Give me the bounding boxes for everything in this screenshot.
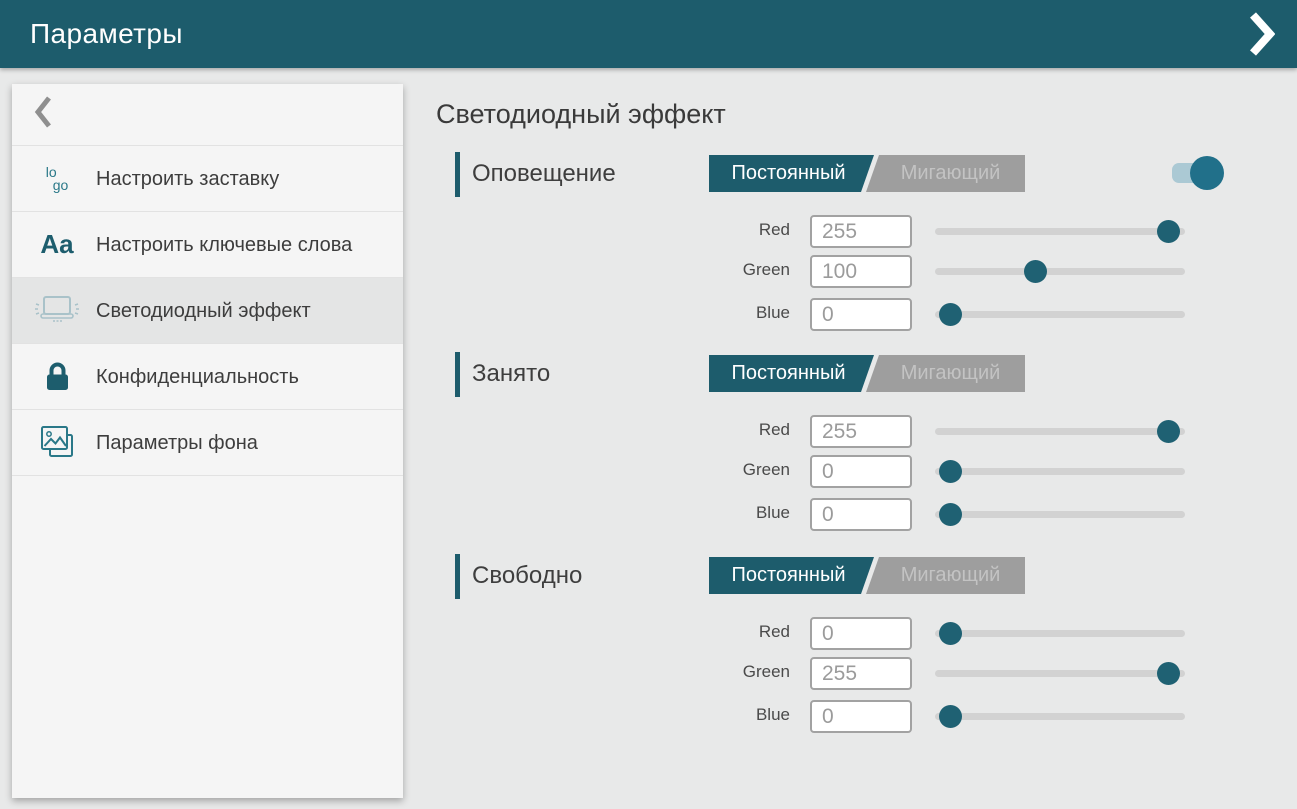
monitor-icon <box>33 294 81 328</box>
channel-label: Green <box>590 460 790 480</box>
slider-track <box>935 311 1185 318</box>
slider-thumb[interactable] <box>1157 662 1180 685</box>
mode-toggle-group: Постоянный Мигающий <box>709 557 1025 594</box>
slider-thumb[interactable] <box>939 503 962 526</box>
sidebar-back-button[interactable] <box>12 84 403 146</box>
mode-option-blinking[interactable]: Мигающий <box>866 557 1025 594</box>
channel-label: Green <box>590 260 790 280</box>
images-icon <box>39 424 76 461</box>
aa-icon: Aa <box>40 229 73 260</box>
channel-label: Blue <box>590 705 790 725</box>
slider-track <box>935 670 1185 677</box>
slider-thumb[interactable] <box>939 705 962 728</box>
slider-track <box>935 468 1185 475</box>
channel-label: Blue <box>590 503 790 523</box>
channel-label: Blue <box>590 303 790 323</box>
mode-option-blinking[interactable]: Мигающий <box>866 355 1025 392</box>
channel-slider[interactable] <box>935 215 1185 248</box>
section-accent-bar <box>455 352 460 397</box>
channel-value-input[interactable] <box>810 215 912 248</box>
channel-value-input[interactable] <box>810 498 912 531</box>
channel-slider[interactable] <box>935 498 1185 531</box>
page-title: Параметры <box>30 18 183 50</box>
section-accent-bar <box>455 152 460 197</box>
channel-label: Green <box>590 662 790 682</box>
lock-icon <box>45 362 70 392</box>
channel-slider[interactable] <box>935 298 1185 331</box>
slider-track <box>935 511 1185 518</box>
channel-slider[interactable] <box>935 415 1185 448</box>
sidebar-item-label: Конфиденциальность <box>96 363 299 391</box>
slider-track <box>935 713 1185 720</box>
channel-label: Red <box>590 220 790 240</box>
logo-text-icon: logo <box>32 166 82 192</box>
sidebar-item-label: Настроить заставку <box>96 165 279 193</box>
sidebar-item[interactable]: Конфиденциальность <box>12 344 403 410</box>
settings-sidebar: logo Настроить заставку Aa Настроить клю… <box>12 84 403 798</box>
mode-option-constant[interactable]: Постоянный <box>709 155 874 192</box>
settings-app: Параметры logo Настроить заставку Aa Нас… <box>0 0 1297 809</box>
mode-option-constant[interactable]: Постоянный <box>709 557 874 594</box>
mode-option-constant[interactable]: Постоянный <box>709 355 874 392</box>
lock-icon <box>32 362 82 392</box>
logo-text-icon: logo <box>46 166 69 192</box>
channel-label: Red <box>590 420 790 440</box>
aa-icon: Aa <box>32 229 82 260</box>
section-title: Свободно <box>472 560 582 592</box>
channel-value-input[interactable] <box>810 617 912 650</box>
channel-value-input[interactable] <box>810 700 912 733</box>
chevron-left-icon <box>34 95 52 134</box>
mode-toggle-group: Постоянный Мигающий <box>709 355 1025 392</box>
sidebar-item[interactable]: Aa Настроить ключевые слова <box>12 212 403 278</box>
channel-slider[interactable] <box>935 657 1185 690</box>
channel-slider[interactable] <box>935 700 1185 733</box>
sidebar-item-label: Настроить ключевые слова <box>96 231 352 259</box>
mode-option-blinking[interactable]: Мигающий <box>866 155 1025 192</box>
slider-thumb[interactable] <box>939 622 962 645</box>
section-title: Занято <box>472 358 550 390</box>
sidebar-item-list: logo Настроить заставку Aa Настроить клю… <box>12 146 403 476</box>
channel-label: Red <box>590 622 790 642</box>
slider-track <box>935 630 1185 637</box>
slider-thumb[interactable] <box>1157 420 1180 443</box>
channel-slider[interactable] <box>935 455 1185 488</box>
sidebar-item[interactable]: logo Настроить заставку <box>12 146 403 212</box>
section-page-title: Светодиодный эффект <box>436 99 726 130</box>
slider-track <box>935 268 1185 275</box>
sidebar-item-label: Параметры фона <box>96 429 258 457</box>
monitor-icon <box>32 294 82 328</box>
enable-toggle-switch[interactable] <box>1172 156 1224 190</box>
slider-thumb[interactable] <box>939 303 962 326</box>
slider-thumb[interactable] <box>939 460 962 483</box>
channel-value-input[interactable] <box>810 255 912 288</box>
slider-thumb[interactable] <box>1024 260 1047 283</box>
channel-value-input[interactable] <box>810 298 912 331</box>
sidebar-item[interactable]: Параметры фона <box>12 410 403 476</box>
section-accent-bar <box>455 554 460 599</box>
slider-track <box>935 228 1185 235</box>
title-bar: Параметры <box>0 0 1297 68</box>
channel-value-input[interactable] <box>810 455 912 488</box>
channel-slider[interactable] <box>935 255 1185 288</box>
channel-slider[interactable] <box>935 617 1185 650</box>
sidebar-item-label: Светодиодный эффект <box>96 297 311 325</box>
sidebar-item[interactable]: Светодиодный эффект <box>12 278 403 344</box>
switch-knob <box>1190 156 1224 190</box>
images-icon <box>32 424 82 461</box>
channel-value-input[interactable] <box>810 657 912 690</box>
slider-track <box>935 428 1185 435</box>
section-title: Оповещение <box>472 158 616 190</box>
mode-toggle-group: Постоянный Мигающий <box>709 155 1025 192</box>
channel-value-input[interactable] <box>810 415 912 448</box>
slider-thumb[interactable] <box>1157 220 1180 243</box>
chevron-right-icon[interactable] <box>1249 11 1275 57</box>
